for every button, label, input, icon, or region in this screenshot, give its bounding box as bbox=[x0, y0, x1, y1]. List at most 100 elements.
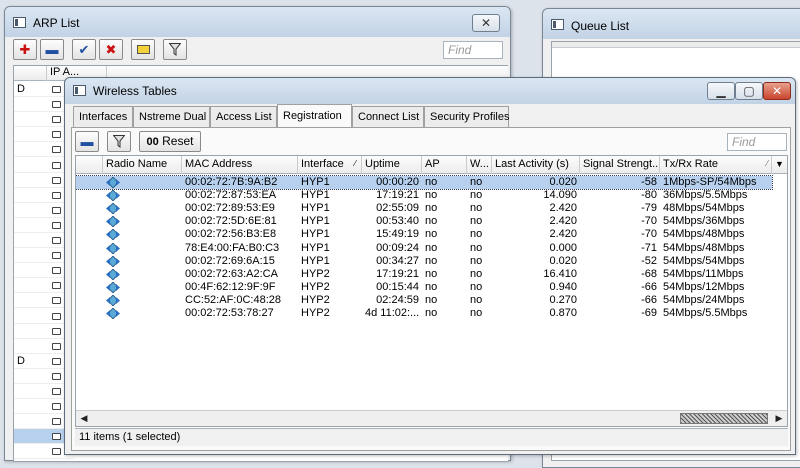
header-interface[interactable]: Interface ⁄ bbox=[298, 156, 362, 174]
cell-uptime: 17:19:21 bbox=[376, 189, 419, 202]
cell-mac-address: 00:02:72:87:53:EA bbox=[185, 189, 277, 202]
entry-icon bbox=[52, 86, 61, 93]
cell-ap: no bbox=[425, 176, 438, 188]
disable-button[interactable]: ✖ bbox=[99, 39, 123, 60]
table-row[interactable]: 00:02:72:87:53:EA HYP1 17:19:21 no no 14.090 -… bbox=[76, 189, 772, 202]
cell-uptime: 4d 11:02:... bbox=[365, 307, 420, 319]
arp-row-flag bbox=[14, 142, 34, 155]
wireless-client-icon bbox=[106, 216, 120, 228]
arp-row-flag bbox=[14, 429, 34, 442]
header-signal-strength[interactable]: Signal Strengt... bbox=[580, 156, 660, 174]
header-wds[interactable]: W... bbox=[467, 156, 492, 174]
cell-wds: no bbox=[470, 176, 483, 188]
cell-tx-rx-rate: 54Mbps/11Mbps bbox=[663, 267, 744, 280]
cell-ap: no bbox=[425, 241, 438, 254]
tab-security-profiles[interactable]: Security Profiles bbox=[424, 106, 509, 127]
wireless-titlebar[interactable]: Wireless Tables ▁ ▢ ✕ bbox=[65, 78, 795, 104]
arp-row-flag bbox=[14, 97, 34, 110]
arp-close-button[interactable]: ✕ bbox=[472, 14, 500, 32]
cell-interface: HYP1 bbox=[301, 215, 330, 228]
cell-interface: HYP1 bbox=[301, 202, 330, 215]
arp-row-flag bbox=[14, 399, 34, 412]
status-bar: 11 items (1 selected) bbox=[75, 428, 788, 446]
cell-signal-strength: -69 bbox=[641, 307, 657, 319]
scrollbar-thumb[interactable] bbox=[680, 413, 768, 424]
arp-titlebar[interactable]: ARP List ✕ bbox=[5, 7, 510, 37]
header-ap[interactable]: AP bbox=[422, 156, 467, 174]
cell-interface: HYP1 bbox=[301, 228, 330, 241]
enable-button[interactable]: ✔ bbox=[72, 39, 96, 60]
arp-row-flag bbox=[14, 339, 34, 352]
cell-tx-rx-rate: 54Mbps/48Mbps bbox=[663, 228, 745, 241]
reset-button[interactable]: 00 Reset bbox=[139, 131, 201, 152]
filter-button[interactable] bbox=[163, 39, 187, 60]
cell-tx-rx-rate: 54Mbps/54Mbps bbox=[663, 254, 745, 267]
filter-button[interactable] bbox=[107, 131, 131, 152]
remove-button[interactable]: ▬ bbox=[75, 131, 99, 152]
tab-nstreme-dual[interactable]: Nstreme Dual bbox=[133, 106, 210, 127]
table-row[interactable]: 00:02:72:5D:6E:81 HYP1 00:53:40 no no 2.420 -7… bbox=[76, 215, 772, 228]
close-button[interactable]: ✕ bbox=[763, 82, 791, 100]
cell-last-activity: 14.090 bbox=[543, 189, 577, 202]
add-button[interactable]: ✚ bbox=[13, 39, 37, 60]
scroll-left-arrow[interactable]: ◀ bbox=[76, 411, 92, 426]
header-last-activity[interactable]: Last Activity (s) bbox=[492, 156, 580, 174]
entry-icon bbox=[52, 312, 61, 320]
header-tx-rx-rate[interactable]: Tx/Rx Rate ⁄ bbox=[660, 156, 772, 174]
table-row[interactable]: 00:4F:62:12:9F:9F HYP2 00:15:44 no no 0.940 -6… bbox=[76, 281, 772, 294]
entry-icon bbox=[52, 116, 61, 124]
entry-icon bbox=[52, 176, 61, 184]
cell-interface: HYP1 bbox=[301, 241, 330, 254]
cell-wds: no bbox=[470, 280, 483, 293]
cell-tx-rx-rate: 54Mbps/12Mbps bbox=[663, 280, 745, 293]
arp-header-flag[interactable] bbox=[14, 66, 47, 81]
tab-access-list[interactable]: Access List bbox=[210, 106, 277, 127]
tab-connect-list[interactable]: Connect List bbox=[352, 106, 424, 127]
comment-button[interactable] bbox=[131, 39, 155, 60]
remove-button[interactable]: ▬ bbox=[40, 39, 64, 60]
table-row[interactable]: 00:02:72:89:53:E9 HYP1 02:55:09 no no 2.420 -7… bbox=[76, 202, 772, 215]
entry-icon bbox=[52, 297, 61, 305]
table-row[interactable]: 00:02:72:63:A2:CA HYP2 17:19:21 no no 16.410 -… bbox=[76, 268, 772, 281]
queue-titlebar[interactable]: Queue List bbox=[543, 9, 800, 39]
cell-ap: no bbox=[425, 267, 438, 280]
cell-last-activity: 2.420 bbox=[549, 202, 577, 215]
cell-ap: no bbox=[425, 280, 438, 293]
header-flag[interactable] bbox=[76, 156, 103, 174]
horizontal-scrollbar[interactable]: ◀ ▶ bbox=[76, 410, 787, 426]
arp-row-flag bbox=[14, 369, 34, 382]
cell-signal-strength: -70 bbox=[641, 215, 657, 228]
arp-row-flag bbox=[14, 293, 34, 306]
scroll-right-arrow[interactable]: ▶ bbox=[771, 411, 787, 426]
table-row[interactable]: 00:02:72:7B:9A:B2 HYP1 00:00:20 no no 0.020 -5… bbox=[76, 174, 773, 191]
registration-find-input[interactable]: Find bbox=[727, 133, 787, 151]
registration-toolbar: ▬ 00 Reset Find bbox=[72, 131, 790, 153]
table-row[interactable]: 78:E4:00:FA:B0:C3 HYP1 00:09:24 no no 0.000 -7… bbox=[76, 242, 772, 255]
table-row[interactable]: CC:52:AF:0C:48:28 HYP2 02:24:59 no no 0.270 -6… bbox=[76, 294, 772, 307]
tab-registration[interactable]: Registration bbox=[277, 104, 352, 127]
minimize-button[interactable]: ▁ bbox=[707, 82, 735, 100]
column-chooser-button[interactable]: ▼ bbox=[772, 156, 787, 174]
tab-interfaces[interactable]: Interfaces bbox=[73, 106, 133, 127]
entry-icon bbox=[52, 252, 61, 260]
cell-signal-strength: -58 bbox=[641, 176, 657, 188]
arp-row-flag bbox=[14, 278, 34, 291]
wireless-client-icon bbox=[106, 203, 120, 215]
header-uptime[interactable]: Uptime bbox=[362, 156, 422, 174]
cell-interface: HYP2 bbox=[301, 267, 330, 280]
arp-find-input[interactable]: Find bbox=[443, 41, 503, 59]
cell-signal-strength: -52 bbox=[641, 254, 657, 267]
registration-table: Radio Name MAC Address Interface ⁄ Uptim… bbox=[75, 155, 788, 427]
table-row[interactable]: 00:02:72:53:78:27 HYP2 4d 11:02:... no no 0.8… bbox=[76, 307, 772, 320]
table-row[interactable]: 00:02:72:56:B3:E8 HYP1 15:49:19 no no 2.420 -7… bbox=[76, 228, 772, 241]
cell-interface: HYP1 bbox=[301, 176, 330, 188]
header-radio-name[interactable]: Radio Name bbox=[103, 156, 182, 174]
table-row[interactable]: 00:02:72:69:6A:15 HYP1 00:34:27 no no 0.020 -5… bbox=[76, 255, 772, 268]
header-mac-address[interactable]: MAC Address bbox=[182, 156, 298, 174]
maximize-button[interactable]: ▢ bbox=[735, 82, 763, 100]
wireless-client-icon bbox=[106, 229, 120, 241]
window-icon bbox=[13, 17, 26, 28]
cell-last-activity: 0.020 bbox=[549, 254, 577, 267]
cell-signal-strength: -66 bbox=[641, 280, 657, 293]
cell-mac-address: 00:02:72:89:53:E9 bbox=[185, 202, 275, 215]
